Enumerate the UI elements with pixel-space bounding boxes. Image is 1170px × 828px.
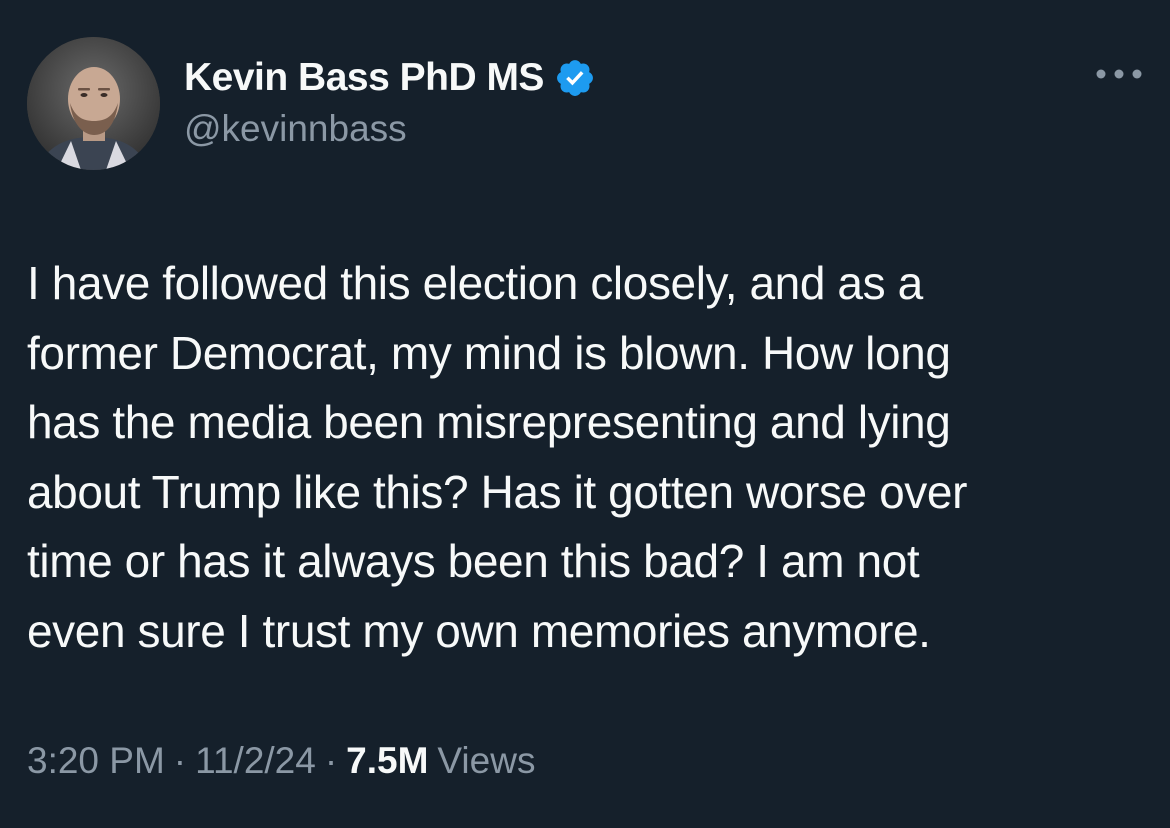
tweet-date[interactable]: 11/2/24 [195, 740, 316, 782]
avatar-image [27, 37, 160, 170]
tweet-text: I have followed this election closely, a… [27, 249, 1147, 666]
more-options-icon[interactable] [1094, 62, 1144, 86]
tweet-text-line: I have followed this election closely, a… [27, 257, 923, 309]
author-display-name[interactable]: Kevin Bass PhD MS [184, 56, 544, 100]
meta-separator: · [324, 740, 338, 781]
views-count[interactable]: 7.5M [346, 740, 428, 782]
tweet: Kevin Bass PhD MS @kevinnbass I have fol… [0, 0, 1170, 828]
verified-badge-icon[interactable] [554, 57, 596, 99]
tweet-text-line: even sure I trust my own memories anymor… [27, 604, 931, 657]
tweet-text-line: has the media been misrepresenting and l… [27, 396, 951, 448]
tweet-text-line: former Democrat, my mind is blown. How l… [27, 326, 951, 379]
avatar[interactable] [27, 37, 160, 170]
tweet-text-line: time or has it always been this bad? I a… [27, 535, 920, 587]
author-handle[interactable]: @kevinnbass [184, 108, 407, 150]
author-name-row: Kevin Bass PhD MS [184, 52, 596, 104]
views-label[interactable]: Views [437, 740, 535, 782]
tweet-time[interactable]: 3:20 PM [27, 740, 165, 782]
tweet-meta: 3:20 PM · 11/2/24 · 7.5M Views [27, 740, 535, 782]
tweet-text-line: about Trump like this? Has it gotten wor… [27, 465, 967, 518]
meta-separator: · [173, 740, 187, 781]
